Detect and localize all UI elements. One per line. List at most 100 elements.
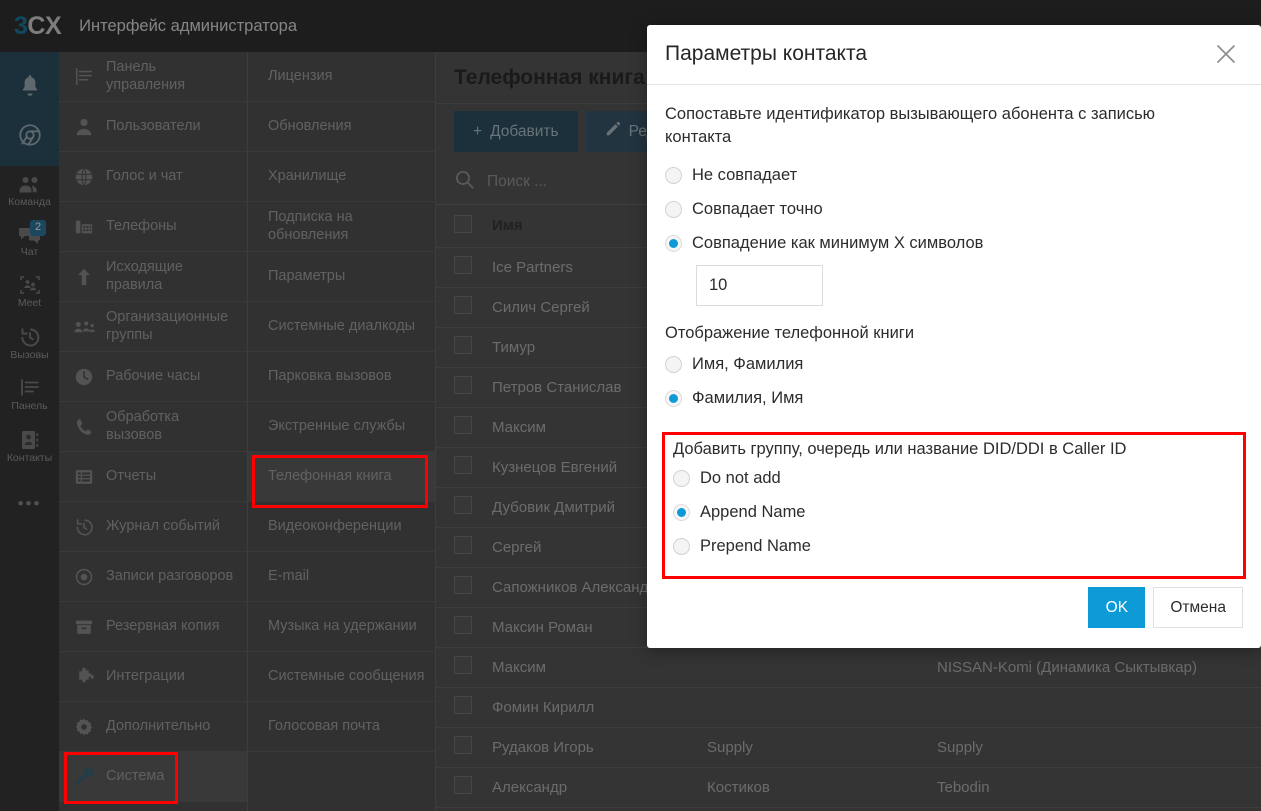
rail-item-panel[interactable]: Панель	[0, 368, 59, 420]
radio-button-prepend-name[interactable]	[673, 537, 690, 555]
rail-item-notifications[interactable]	[17, 64, 43, 106]
cell-company: Supply	[929, 727, 1261, 768]
sidebar-item-parameters[interactable]: Параметры	[248, 252, 435, 302]
sidebar-item-event-log[interactable]: Журнал событий	[59, 502, 247, 552]
rail-item-chat[interactable]: 2 Чат	[0, 216, 59, 266]
sidebar-item-storage[interactable]: Хранилище	[248, 152, 435, 202]
radio-button-append-name[interactable]	[673, 503, 690, 521]
row-checkbox[interactable]	[454, 776, 472, 794]
row-checkbox-cell[interactable]	[436, 327, 484, 368]
cancel-button[interactable]: Отмена	[1153, 587, 1243, 629]
radio-do-not-add[interactable]: Do not add	[673, 461, 1235, 495]
sidebar-item-license[interactable]: Лицензия	[248, 52, 435, 102]
sidebar-label-backup: Резервная копия	[106, 617, 220, 634]
sidebar-item-dashboard[interactable]: Панель управления	[59, 52, 247, 102]
row-checkbox-cell[interactable]	[436, 527, 484, 568]
sidebar-item-integrations[interactable]: Интеграции	[59, 652, 247, 702]
row-checkbox[interactable]	[454, 616, 472, 634]
row-checkbox-cell[interactable]	[436, 567, 484, 608]
sidebar-item-reports[interactable]: Отчеты	[59, 452, 247, 502]
row-checkbox[interactable]	[454, 416, 472, 434]
row-checkbox-cell[interactable]	[436, 287, 484, 328]
radio-prepend-name[interactable]: Prepend Name	[673, 529, 1235, 563]
table-row[interactable]: Рудаков Игорь Supply Supply	[436, 727, 1261, 768]
sidebar-item-voicemail[interactable]: Голосовая почта	[248, 702, 435, 752]
clock-icon	[73, 367, 95, 387]
sidebar-item-phones[interactable]: Телефоны	[59, 202, 247, 252]
row-checkbox[interactable]	[454, 696, 472, 714]
select-all-cell[interactable]	[436, 205, 484, 248]
rail-item-team[interactable]: Команда	[0, 166, 59, 216]
radio-firstname-lastname[interactable]: Имя, Фамилия	[665, 347, 1243, 381]
radio-button-no-match[interactable]	[665, 166, 682, 184]
row-checkbox[interactable]	[454, 296, 472, 314]
radio-button-do-not-add[interactable]	[673, 469, 690, 487]
sidebar-item-office-hours[interactable]: Рабочие часы	[59, 352, 247, 402]
sidebar-item-videoconferences[interactable]: Видеоконференции	[248, 502, 435, 552]
sidebar-item-system-dialcodes[interactable]: Системные диалкоды	[248, 302, 435, 352]
row-checkbox-cell[interactable]	[436, 487, 484, 528]
row-checkbox-cell[interactable]	[436, 727, 484, 768]
select-all-checkbox[interactable]	[454, 214, 472, 233]
sidebar-item-system[interactable]: Система	[59, 752, 247, 802]
row-checkbox[interactable]	[454, 456, 472, 474]
sidebar-item-email[interactable]: E-mail	[248, 552, 435, 602]
close-icon[interactable]	[1209, 37, 1243, 71]
sidebar-item-call-handling[interactable]: Обработка вызовов	[59, 402, 247, 452]
row-checkbox-cell[interactable]	[436, 247, 484, 288]
rail-item-calls[interactable]: Вызовы	[0, 317, 59, 369]
table-row[interactable]: Фомин Кирилл	[436, 687, 1261, 728]
row-checkbox[interactable]	[454, 496, 472, 514]
row-checkbox[interactable]	[454, 736, 472, 754]
sidebar-item-music-on-hold[interactable]: Музыка на удержании	[248, 602, 435, 652]
row-checkbox-cell[interactable]	[436, 607, 484, 648]
sidebar-item-advanced[interactable]: Дополнительно	[59, 702, 247, 752]
row-checkbox[interactable]	[454, 256, 472, 274]
radio-exact-match[interactable]: Совпадает точно	[665, 192, 1243, 226]
radio-button-firstname-lastname[interactable]	[665, 355, 682, 373]
min-chars-input[interactable]	[696, 265, 823, 307]
row-checkbox[interactable]	[454, 656, 472, 674]
sidebar-item-users[interactable]: Пользователи	[59, 102, 247, 152]
sidebar-item-system-messages[interactable]: Системные сообщения	[248, 652, 435, 702]
radio-button-lastname-firstname[interactable]	[665, 389, 682, 407]
rail-item-contacts[interactable]: Контакты	[0, 420, 59, 472]
rail-item-browser[interactable]	[17, 113, 43, 155]
row-checkbox[interactable]	[454, 336, 472, 354]
sidebar-item-call-parking[interactable]: Парковка вызовов	[248, 352, 435, 402]
cell-lastname: Supply	[699, 727, 929, 768]
row-checkbox-cell[interactable]	[436, 367, 484, 408]
sidebar-item-update-subscription[interactable]: Подписка на обновления	[248, 202, 435, 252]
sidebar-item-updates[interactable]: Обновления	[248, 102, 435, 152]
sidebar-item-org-groups[interactable]: Организационные группы	[59, 302, 247, 352]
radio-lastname-firstname[interactable]: Фамилия, Имя	[665, 381, 1243, 415]
table-row[interactable]: Александр Костиков Tebodin	[436, 767, 1261, 808]
radio-min-chars-match[interactable]: Совпадение как минимум X символов	[665, 226, 1243, 260]
radio-no-match[interactable]: Не совпадает	[665, 158, 1243, 192]
radio-button-exact-match[interactable]	[665, 200, 682, 218]
row-checkbox[interactable]	[454, 536, 472, 554]
rail-item-more[interactable]: •••	[0, 471, 59, 535]
table-row[interactable]: Максим NISSAN-Komi (Динамика Сыктывкар)	[436, 647, 1261, 688]
row-checkbox[interactable]	[454, 376, 472, 394]
sidebar-item-voice-chat[interactable]: Голос и чат	[59, 152, 247, 202]
row-checkbox-cell[interactable]	[436, 447, 484, 488]
row-checkbox-cell[interactable]	[436, 767, 484, 808]
sidebar-item-emergency[interactable]: Экстренные службы	[248, 402, 435, 452]
group-icon	[73, 318, 95, 336]
row-checkbox-cell[interactable]	[436, 407, 484, 448]
sidebar-item-phonebook[interactable]: Телефонная книга	[248, 452, 435, 502]
sidebar-item-recordings[interactable]: Записи разговоров	[59, 552, 247, 602]
add-button[interactable]: + Добавить	[454, 111, 578, 152]
radio-append-name[interactable]: Append Name	[673, 495, 1235, 529]
ok-button[interactable]: OK	[1088, 587, 1146, 629]
row-checkbox[interactable]	[454, 576, 472, 594]
sidebar-label-videoconferences: Видеоконференции	[268, 517, 402, 534]
row-checkbox-cell[interactable]	[436, 687, 484, 728]
sidebar-label-emergency: Экстренные службы	[268, 417, 406, 434]
rail-item-meet[interactable]: Meet	[0, 265, 59, 317]
row-checkbox-cell[interactable]	[436, 647, 484, 688]
sidebar-item-outbound-rules[interactable]: Исходящие правила	[59, 252, 247, 302]
sidebar-item-backup[interactable]: Резервная копия	[59, 602, 247, 652]
radio-button-min-chars-match[interactable]	[665, 234, 682, 252]
